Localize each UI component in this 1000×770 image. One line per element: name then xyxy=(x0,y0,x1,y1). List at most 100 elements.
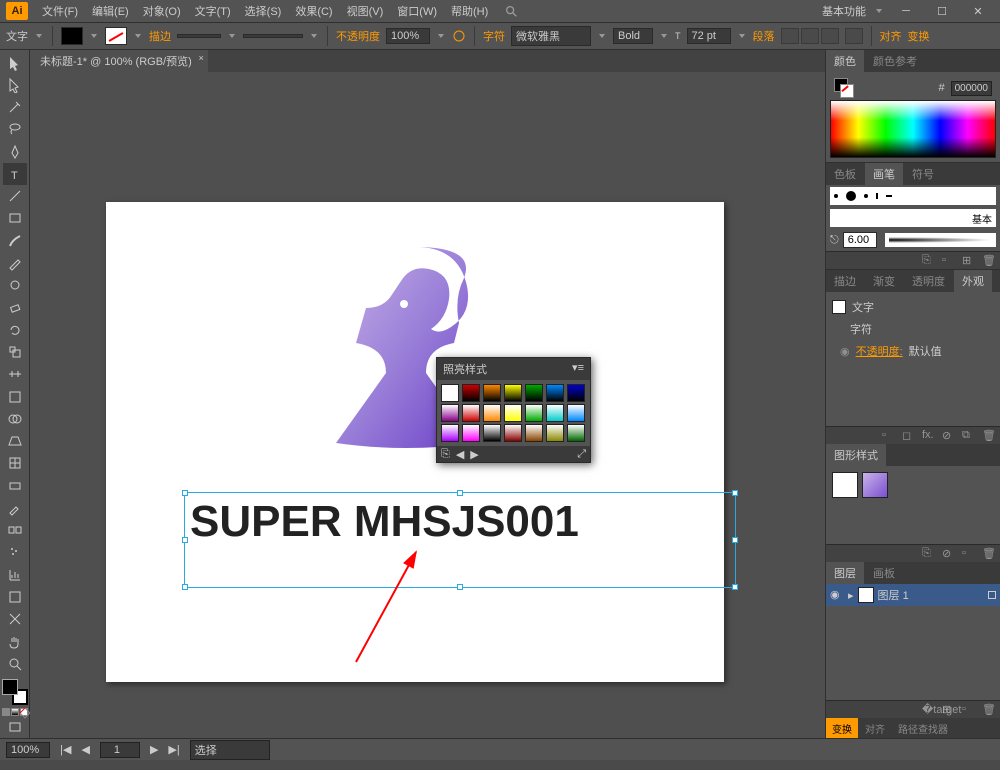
layer-row[interactable]: ◉ ▸ 图层 1 xyxy=(826,584,1000,606)
color-fill-stroke[interactable] xyxy=(834,78,854,98)
appearance-char-label[interactable]: 字符 xyxy=(850,321,872,337)
stroke-dropdown-icon[interactable] xyxy=(133,29,143,43)
zoom-tool[interactable] xyxy=(3,653,27,674)
gstyle-swatch-2[interactable] xyxy=(862,472,888,498)
brush-basic[interactable]: 基本 xyxy=(830,209,996,227)
hex-field[interactable]: 000000 xyxy=(951,81,992,96)
tab-swatches[interactable]: 色板 xyxy=(826,163,864,185)
style-swatch[interactable] xyxy=(567,404,585,422)
options-icon[interactable]: ⊞ xyxy=(962,254,976,268)
align-left-button[interactable] xyxy=(781,28,799,44)
search-icon[interactable] xyxy=(504,4,518,18)
tab-layers[interactable]: 图层 xyxy=(826,562,864,584)
style-swatch[interactable] xyxy=(504,384,522,402)
style-swatch[interactable] xyxy=(504,424,522,442)
style-swatch[interactable] xyxy=(525,424,543,442)
screen-mode-button[interactable] xyxy=(3,717,27,738)
zoom-select[interactable]: 100% xyxy=(6,742,50,758)
fill-stroke-swatches[interactable] xyxy=(2,679,28,704)
style-swatch[interactable] xyxy=(546,384,564,402)
align-center-button[interactable] xyxy=(801,28,819,44)
tab-appearance[interactable]: 外观 xyxy=(954,270,992,292)
layer-visibility-icon[interactable]: ◉ xyxy=(830,588,844,602)
style-swatch[interactable] xyxy=(462,424,480,442)
blend-tool[interactable] xyxy=(3,520,27,541)
gstyle-new-icon[interactable]: ▫ xyxy=(962,547,976,561)
artboard-fwd-icon[interactable]: ▶ xyxy=(150,743,158,756)
brush-presets[interactable] xyxy=(830,187,996,205)
canvas[interactable]: SUPER MHSJS001 照亮样式▾≡ ⎘ ◀ ▶ xyxy=(30,72,825,738)
menu-edit[interactable]: 编辑(E) xyxy=(86,1,135,21)
style-swatch[interactable] xyxy=(546,404,564,422)
paintbrush-tool[interactable] xyxy=(3,230,27,251)
selection-tool[interactable] xyxy=(3,52,27,73)
tab-brushes[interactable]: 画笔 xyxy=(865,163,903,185)
window-maximize-icon[interactable]: ☐ xyxy=(928,3,956,19)
pencil-tool[interactable] xyxy=(3,252,27,273)
panel-titlebar[interactable]: 照亮样式▾≡ xyxy=(437,358,590,380)
tab-transparency[interactable]: 透明度 xyxy=(904,270,953,292)
align-label[interactable]: 对齐 xyxy=(880,28,902,44)
style-swatch[interactable] xyxy=(462,404,480,422)
blob-brush-tool[interactable] xyxy=(3,275,27,296)
artboard-tool[interactable] xyxy=(3,586,27,607)
mesh-tool[interactable] xyxy=(3,453,27,474)
stroke-profile-field[interactable] xyxy=(243,34,303,38)
scale-tool[interactable] xyxy=(3,341,27,362)
menu-help[interactable]: 帮助(H) xyxy=(445,1,494,21)
gstyle-break-icon[interactable]: ⊘ xyxy=(942,547,956,561)
delete-icon[interactable]: 🗑 xyxy=(982,254,996,268)
font-dd[interactable] xyxy=(597,29,607,43)
status-tool-select[interactable]: 选择 xyxy=(190,740,270,760)
slice-tool[interactable] xyxy=(3,609,27,630)
weight-dd[interactable] xyxy=(659,29,669,43)
style-swatch[interactable] xyxy=(483,424,501,442)
gstyle-swatch-1[interactable] xyxy=(832,472,858,498)
artboard-number[interactable]: 1 xyxy=(100,742,140,758)
menu-type[interactable]: 文字(T) xyxy=(189,1,237,21)
panel-prev-icon[interactable]: ◀ xyxy=(456,448,464,461)
tab-stroke[interactable]: 描边 xyxy=(826,270,864,292)
style-swatch[interactable] xyxy=(483,404,501,422)
width-tool[interactable] xyxy=(3,364,27,385)
library-icon[interactable]: ⎘ xyxy=(922,254,936,268)
stroke-label[interactable]: 描边 xyxy=(149,28,171,44)
panel-next-icon[interactable]: ▶ xyxy=(470,448,478,461)
style-swatch[interactable] xyxy=(504,404,522,422)
tab-symbols[interactable]: 符号 xyxy=(904,163,942,185)
gstyle-trash-icon[interactable]: 🗑 xyxy=(982,547,996,561)
font-size-field[interactable]: 72 pt xyxy=(687,28,731,44)
lasso-tool[interactable] xyxy=(3,119,27,140)
tab-artboards[interactable]: 画板 xyxy=(865,562,903,584)
style-swatch[interactable] xyxy=(483,384,501,402)
tab-close-icon[interactable]: × xyxy=(198,53,203,63)
stroke-weight-dd[interactable] xyxy=(227,29,237,43)
tab-color[interactable]: 颜色 xyxy=(826,50,864,72)
pen-tool[interactable] xyxy=(3,141,27,162)
fill-dropdown-icon[interactable] xyxy=(89,29,99,43)
stroke-swatch[interactable] xyxy=(105,27,127,45)
workspace-dropdown-icon[interactable] xyxy=(874,4,884,18)
style-swatch[interactable] xyxy=(441,424,459,442)
panel-menu-icon[interactable]: ▾≡ xyxy=(572,361,584,377)
window-minimize-icon[interactable]: ─ xyxy=(892,3,920,19)
style-swatch[interactable] xyxy=(441,404,459,422)
color-mode-buttons[interactable] xyxy=(2,708,28,716)
line-tool[interactable] xyxy=(3,186,27,207)
panel-library-icon[interactable]: ⎘ xyxy=(441,448,450,461)
stroke-weight-field[interactable] xyxy=(177,34,221,38)
magic-wand-tool[interactable] xyxy=(3,97,27,118)
direct-selection-tool[interactable] xyxy=(3,74,27,95)
clear-icon[interactable]: ⊘ xyxy=(942,429,956,443)
style-swatch[interactable] xyxy=(567,384,585,402)
menu-window[interactable]: 窗口(W) xyxy=(391,1,443,21)
style-swatch[interactable] xyxy=(525,404,543,422)
fill-swatch[interactable] xyxy=(61,27,83,45)
eyedropper-tool[interactable] xyxy=(3,497,27,518)
layer-name[interactable]: 图层 1 xyxy=(878,587,909,603)
opacity-label[interactable]: 不透明度 xyxy=(336,28,380,44)
layer-target-icon[interactable] xyxy=(988,591,996,599)
style-swatch[interactable] xyxy=(441,384,459,402)
menu-view[interactable]: 视图(V) xyxy=(341,1,390,21)
hand-tool[interactable] xyxy=(3,631,27,652)
